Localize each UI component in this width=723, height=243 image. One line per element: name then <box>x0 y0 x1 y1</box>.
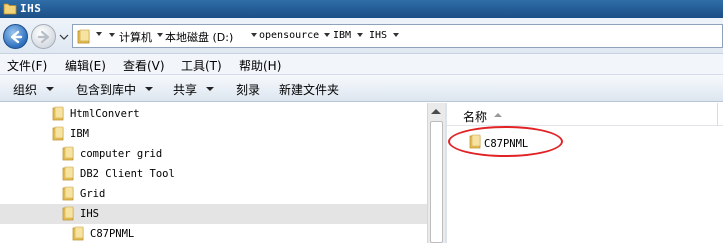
column-header-name[interactable]: 名称 <box>463 108 487 125</box>
folder-icon <box>62 206 74 221</box>
breadcrumb-separator[interactable] <box>251 33 257 37</box>
recent-pages-dropdown-icon[interactable] <box>59 32 69 42</box>
folder-icon <box>62 166 74 181</box>
menu-view[interactable]: 查看(V) <box>123 57 165 74</box>
menu-bar: 文件(F) 编辑(E) 查看(V) 工具(T) 帮助(H) <box>0 54 723 74</box>
folder-icon <box>62 186 74 201</box>
file-item-c87pnml[interactable]: C87PNML <box>448 126 589 157</box>
tree-item-ibm[interactable]: IBM <box>0 124 427 144</box>
organize-button[interactable]: 组织 <box>13 81 37 98</box>
sort-ascending-icon <box>494 113 502 117</box>
breadcrumb-separator[interactable] <box>157 33 163 37</box>
include-in-library-button[interactable]: 包含到库中 <box>76 81 136 98</box>
file-list-pane: 名称 C87PNML <box>447 103 723 243</box>
breadcrumb-separator[interactable] <box>109 33 115 37</box>
folder-icon <box>77 29 90 44</box>
menu-edit[interactable]: 编辑(E) <box>65 57 106 74</box>
tree-item-db2-client-tool[interactable]: DB2 Client Tool <box>0 164 427 184</box>
chevron-down-icon <box>46 87 54 91</box>
breadcrumb-ibm[interactable]: IBM <box>333 30 351 41</box>
tree-item-label: IHS <box>80 208 99 220</box>
tree-item-ihs[interactable]: IHS <box>0 204 427 224</box>
tree-item-label: IBM <box>70 128 89 140</box>
scrollbar-thumb[interactable] <box>430 121 443 243</box>
tree-item-label: Grid <box>80 188 106 200</box>
chevron-down-icon[interactable] <box>96 32 102 36</box>
folder-icon <box>3 3 17 15</box>
column-header: 名称 <box>447 103 723 126</box>
back-arrow-icon <box>10 30 23 44</box>
burn-button[interactable]: 刻录 <box>236 81 260 98</box>
navigation-pane: HtmlConvert IBM computer grid DB2 Client… <box>0 103 427 243</box>
chevron-down-icon <box>206 87 214 91</box>
share-button[interactable]: 共享 <box>173 81 197 98</box>
forward-arrow-icon <box>37 30 50 44</box>
new-folder-button[interactable]: 新建文件夹 <box>279 81 339 98</box>
folder-icon <box>72 226 84 241</box>
tree-item-grid[interactable]: Grid <box>0 184 427 204</box>
breadcrumb-separator[interactable] <box>324 33 330 37</box>
tree-item-label: computer grid <box>80 148 163 160</box>
title-bar: IHS <box>0 0 723 18</box>
tree-item-computer-grid[interactable]: computer grid <box>0 144 427 164</box>
tree-item-label: DB2 Client Tool <box>80 168 175 180</box>
breadcrumb-ihs[interactable]: IHS <box>369 30 387 41</box>
folder-icon <box>52 126 64 141</box>
highlight-ellipse <box>448 126 563 157</box>
back-button[interactable] <box>3 24 28 49</box>
navigation-scrollbar[interactable] <box>427 103 445 243</box>
tree-item-label: HtmlConvert <box>70 108 140 120</box>
tree-item-label: C87PNML <box>90 228 135 240</box>
chevron-down-icon <box>145 87 153 91</box>
address-row: 计算机 本地磁盘 (D:) opensource IBM IHS <box>0 18 723 54</box>
window-title: IHS <box>20 2 42 15</box>
folder-icon <box>52 106 64 121</box>
scroll-up-arrow-icon[interactable] <box>431 109 441 114</box>
breadcrumb-local-disk[interactable]: 本地磁盘 (D:) <box>165 29 233 45</box>
breadcrumb-separator[interactable] <box>393 33 399 37</box>
command-toolbar: 组织 包含到库中 共享 刻录 新建文件夹 <box>0 74 723 102</box>
breadcrumb-separator[interactable] <box>357 33 363 37</box>
folder-icon <box>62 146 74 161</box>
menu-tools[interactable]: 工具(T) <box>181 57 222 74</box>
breadcrumb-computer[interactable]: 计算机 <box>119 29 152 45</box>
column-divider[interactable] <box>717 103 718 126</box>
tree-item-c87pnml[interactable]: C87PNML <box>0 224 427 243</box>
tree-item-htmlconvert[interactable]: HtmlConvert <box>0 104 427 124</box>
breadcrumb-opensource[interactable]: opensource <box>259 30 319 41</box>
forward-button[interactable] <box>31 24 56 49</box>
menu-file[interactable]: 文件(F) <box>7 57 47 74</box>
menu-help[interactable]: 帮助(H) <box>239 57 281 74</box>
address-bar[interactable]: 计算机 本地磁盘 (D:) opensource IBM IHS <box>72 24 723 48</box>
